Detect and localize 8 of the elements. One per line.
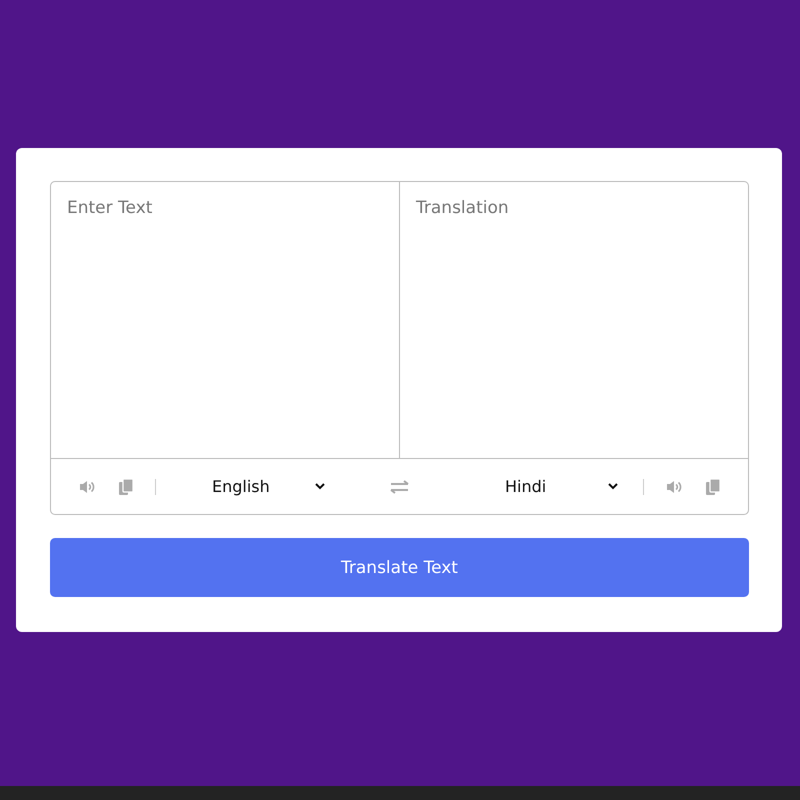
copy-icon[interactable]	[119, 478, 133, 494]
swap-icon[interactable]	[390, 480, 410, 494]
source-text-field[interactable]: Enter Text	[50, 181, 400, 459]
speaker-icon[interactable]	[79, 480, 97, 494]
translation-text-field[interactable]: Translation	[400, 181, 749, 459]
copy-icon[interactable]	[706, 478, 720, 494]
translate-button[interactable]: Translate Text	[50, 538, 749, 597]
speaker-icon[interactable]	[666, 480, 684, 494]
